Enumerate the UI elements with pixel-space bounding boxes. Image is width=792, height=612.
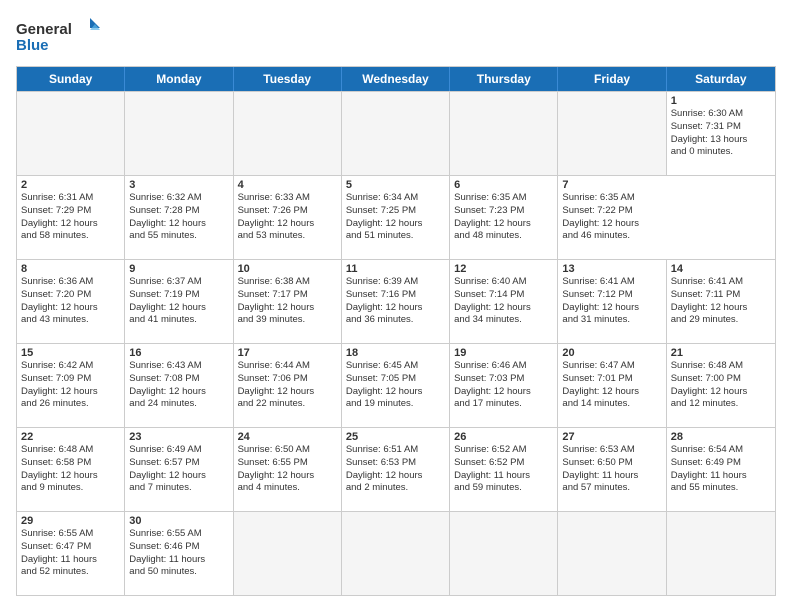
calendar-cell: 3Sunrise: 6:32 AMSunset: 7:28 PMDaylight… bbox=[125, 176, 233, 259]
calendar-cell bbox=[342, 512, 450, 595]
logo-svg: General Blue bbox=[16, 16, 106, 56]
calendar-cell-empty bbox=[125, 92, 233, 175]
calendar-cell: 7Sunrise: 6:35 AMSunset: 7:22 PMDaylight… bbox=[558, 176, 666, 259]
calendar-cell: 8Sunrise: 6:36 AMSunset: 7:20 PMDaylight… bbox=[17, 260, 125, 343]
calendar-cell-empty bbox=[342, 92, 450, 175]
calendar-cell-empty bbox=[17, 92, 125, 175]
calendar-cell: 5Sunrise: 6:34 AMSunset: 7:25 PMDaylight… bbox=[342, 176, 450, 259]
calendar-cell: 25Sunrise: 6:51 AMSunset: 6:53 PMDayligh… bbox=[342, 428, 450, 511]
calendar-cell: 20Sunrise: 6:47 AMSunset: 7:01 PMDayligh… bbox=[558, 344, 666, 427]
day-header-sunday: Sunday bbox=[17, 67, 125, 91]
day-header-thursday: Thursday bbox=[450, 67, 558, 91]
calendar-header: SundayMondayTuesdayWednesdayThursdayFrid… bbox=[17, 67, 775, 91]
calendar-cell bbox=[234, 512, 342, 595]
day-header-tuesday: Tuesday bbox=[234, 67, 342, 91]
calendar-cell: 24Sunrise: 6:50 AMSunset: 6:55 PMDayligh… bbox=[234, 428, 342, 511]
calendar-cell: 28Sunrise: 6:54 AMSunset: 6:49 PMDayligh… bbox=[667, 428, 775, 511]
calendar-cell: 16Sunrise: 6:43 AMSunset: 7:08 PMDayligh… bbox=[125, 344, 233, 427]
calendar-cell: 12Sunrise: 6:40 AMSunset: 7:14 PMDayligh… bbox=[450, 260, 558, 343]
calendar: SundayMondayTuesdayWednesdayThursdayFrid… bbox=[16, 66, 776, 596]
svg-text:General: General bbox=[16, 21, 72, 38]
calendar-row: 8Sunrise: 6:36 AMSunset: 7:20 PMDaylight… bbox=[17, 259, 775, 343]
calendar-cell: 10Sunrise: 6:38 AMSunset: 7:17 PMDayligh… bbox=[234, 260, 342, 343]
calendar-cell: 13Sunrise: 6:41 AMSunset: 7:12 PMDayligh… bbox=[558, 260, 666, 343]
calendar-row: 29Sunrise: 6:55 AMSunset: 6:47 PMDayligh… bbox=[17, 511, 775, 595]
calendar-row: 15Sunrise: 6:42 AMSunset: 7:09 PMDayligh… bbox=[17, 343, 775, 427]
day-header-friday: Friday bbox=[558, 67, 666, 91]
calendar-cell: 23Sunrise: 6:49 AMSunset: 6:57 PMDayligh… bbox=[125, 428, 233, 511]
calendar-row: 1Sunrise: 6:30 AMSunset: 7:31 PMDaylight… bbox=[17, 91, 775, 175]
calendar-cell: 19Sunrise: 6:46 AMSunset: 7:03 PMDayligh… bbox=[450, 344, 558, 427]
calendar-cell: 2Sunrise: 6:31 AMSunset: 7:29 PMDaylight… bbox=[17, 176, 125, 259]
calendar-cell bbox=[667, 512, 775, 595]
calendar-cell: 21Sunrise: 6:48 AMSunset: 7:00 PMDayligh… bbox=[667, 344, 775, 427]
page-header: General Blue bbox=[16, 16, 776, 56]
calendar-cell: 1Sunrise: 6:30 AMSunset: 7:31 PMDaylight… bbox=[667, 92, 775, 175]
calendar-cell-empty bbox=[450, 92, 558, 175]
calendar-cell bbox=[558, 512, 666, 595]
calendar-cell-empty bbox=[558, 92, 666, 175]
calendar-row: 22Sunrise: 6:48 AMSunset: 6:58 PMDayligh… bbox=[17, 427, 775, 511]
calendar-cell: 30Sunrise: 6:55 AMSunset: 6:46 PMDayligh… bbox=[125, 512, 233, 595]
calendar-body: 1Sunrise: 6:30 AMSunset: 7:31 PMDaylight… bbox=[17, 91, 775, 595]
calendar-cell-empty bbox=[234, 92, 342, 175]
logo: General Blue bbox=[16, 16, 106, 56]
svg-text:Blue: Blue bbox=[16, 37, 49, 54]
calendar-cell: 27Sunrise: 6:53 AMSunset: 6:50 PMDayligh… bbox=[558, 428, 666, 511]
calendar-cell: 9Sunrise: 6:37 AMSunset: 7:19 PMDaylight… bbox=[125, 260, 233, 343]
calendar-cell: 29Sunrise: 6:55 AMSunset: 6:47 PMDayligh… bbox=[17, 512, 125, 595]
day-header-monday: Monday bbox=[125, 67, 233, 91]
calendar-cell: 11Sunrise: 6:39 AMSunset: 7:16 PMDayligh… bbox=[342, 260, 450, 343]
calendar-cell: 18Sunrise: 6:45 AMSunset: 7:05 PMDayligh… bbox=[342, 344, 450, 427]
day-header-saturday: Saturday bbox=[667, 67, 775, 91]
calendar-cell: 17Sunrise: 6:44 AMSunset: 7:06 PMDayligh… bbox=[234, 344, 342, 427]
calendar-cell: 26Sunrise: 6:52 AMSunset: 6:52 PMDayligh… bbox=[450, 428, 558, 511]
calendar-row: 2Sunrise: 6:31 AMSunset: 7:29 PMDaylight… bbox=[17, 175, 775, 259]
calendar-cell bbox=[450, 512, 558, 595]
calendar-cell: 22Sunrise: 6:48 AMSunset: 6:58 PMDayligh… bbox=[17, 428, 125, 511]
calendar-cell: 15Sunrise: 6:42 AMSunset: 7:09 PMDayligh… bbox=[17, 344, 125, 427]
calendar-cell: 6Sunrise: 6:35 AMSunset: 7:23 PMDaylight… bbox=[450, 176, 558, 259]
calendar-cell: 4Sunrise: 6:33 AMSunset: 7:26 PMDaylight… bbox=[234, 176, 342, 259]
day-header-wednesday: Wednesday bbox=[342, 67, 450, 91]
calendar-cell: 14Sunrise: 6:41 AMSunset: 7:11 PMDayligh… bbox=[667, 260, 775, 343]
